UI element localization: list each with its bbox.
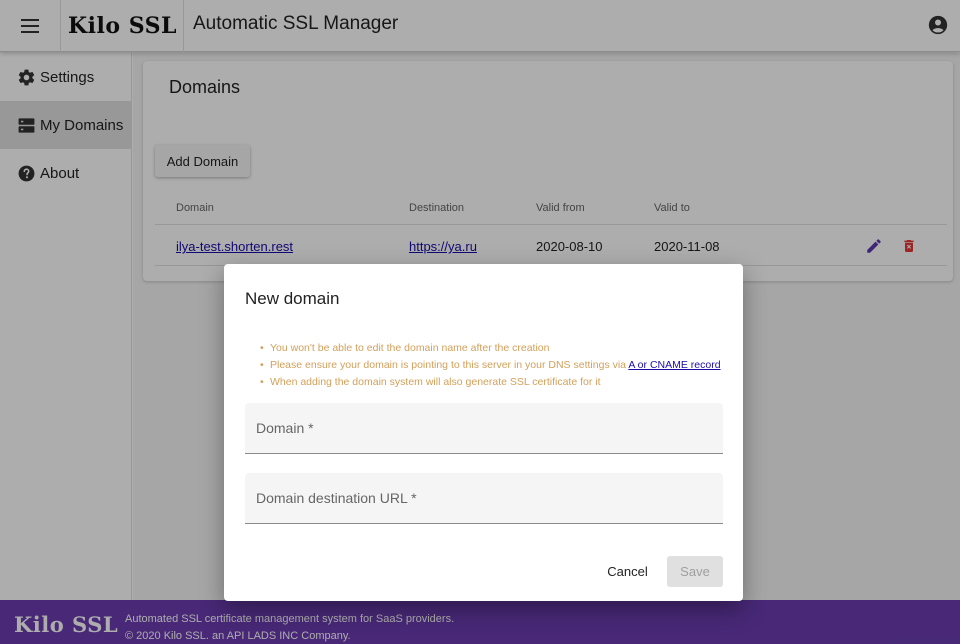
cancel-button[interactable]: Cancel [600, 556, 655, 586]
destination-field[interactable] [245, 473, 723, 524]
new-domain-dialog: New domain You won't be able to edit the… [224, 264, 743, 601]
note-item: When adding the domain system will also … [260, 376, 740, 393]
save-button[interactable]: Save [667, 556, 723, 587]
note-text: You won't be able to edit the domain nam… [270, 342, 550, 354]
domain-input[interactable] [245, 403, 723, 453]
domain-field[interactable] [245, 403, 723, 454]
note-item: Please ensure your domain is pointing to… [260, 359, 740, 376]
dialog-notes: You won't be able to edit the domain nam… [260, 342, 740, 393]
note-item: You won't be able to edit the domain nam… [260, 342, 740, 359]
destination-url-input[interactable] [245, 473, 723, 523]
dialog-title: New domain [245, 289, 340, 308]
dns-record-link[interactable]: A or CNAME record [628, 359, 720, 371]
note-text: Please ensure your domain is pointing to… [270, 359, 629, 371]
note-text: When adding the domain system will also … [270, 376, 601, 388]
